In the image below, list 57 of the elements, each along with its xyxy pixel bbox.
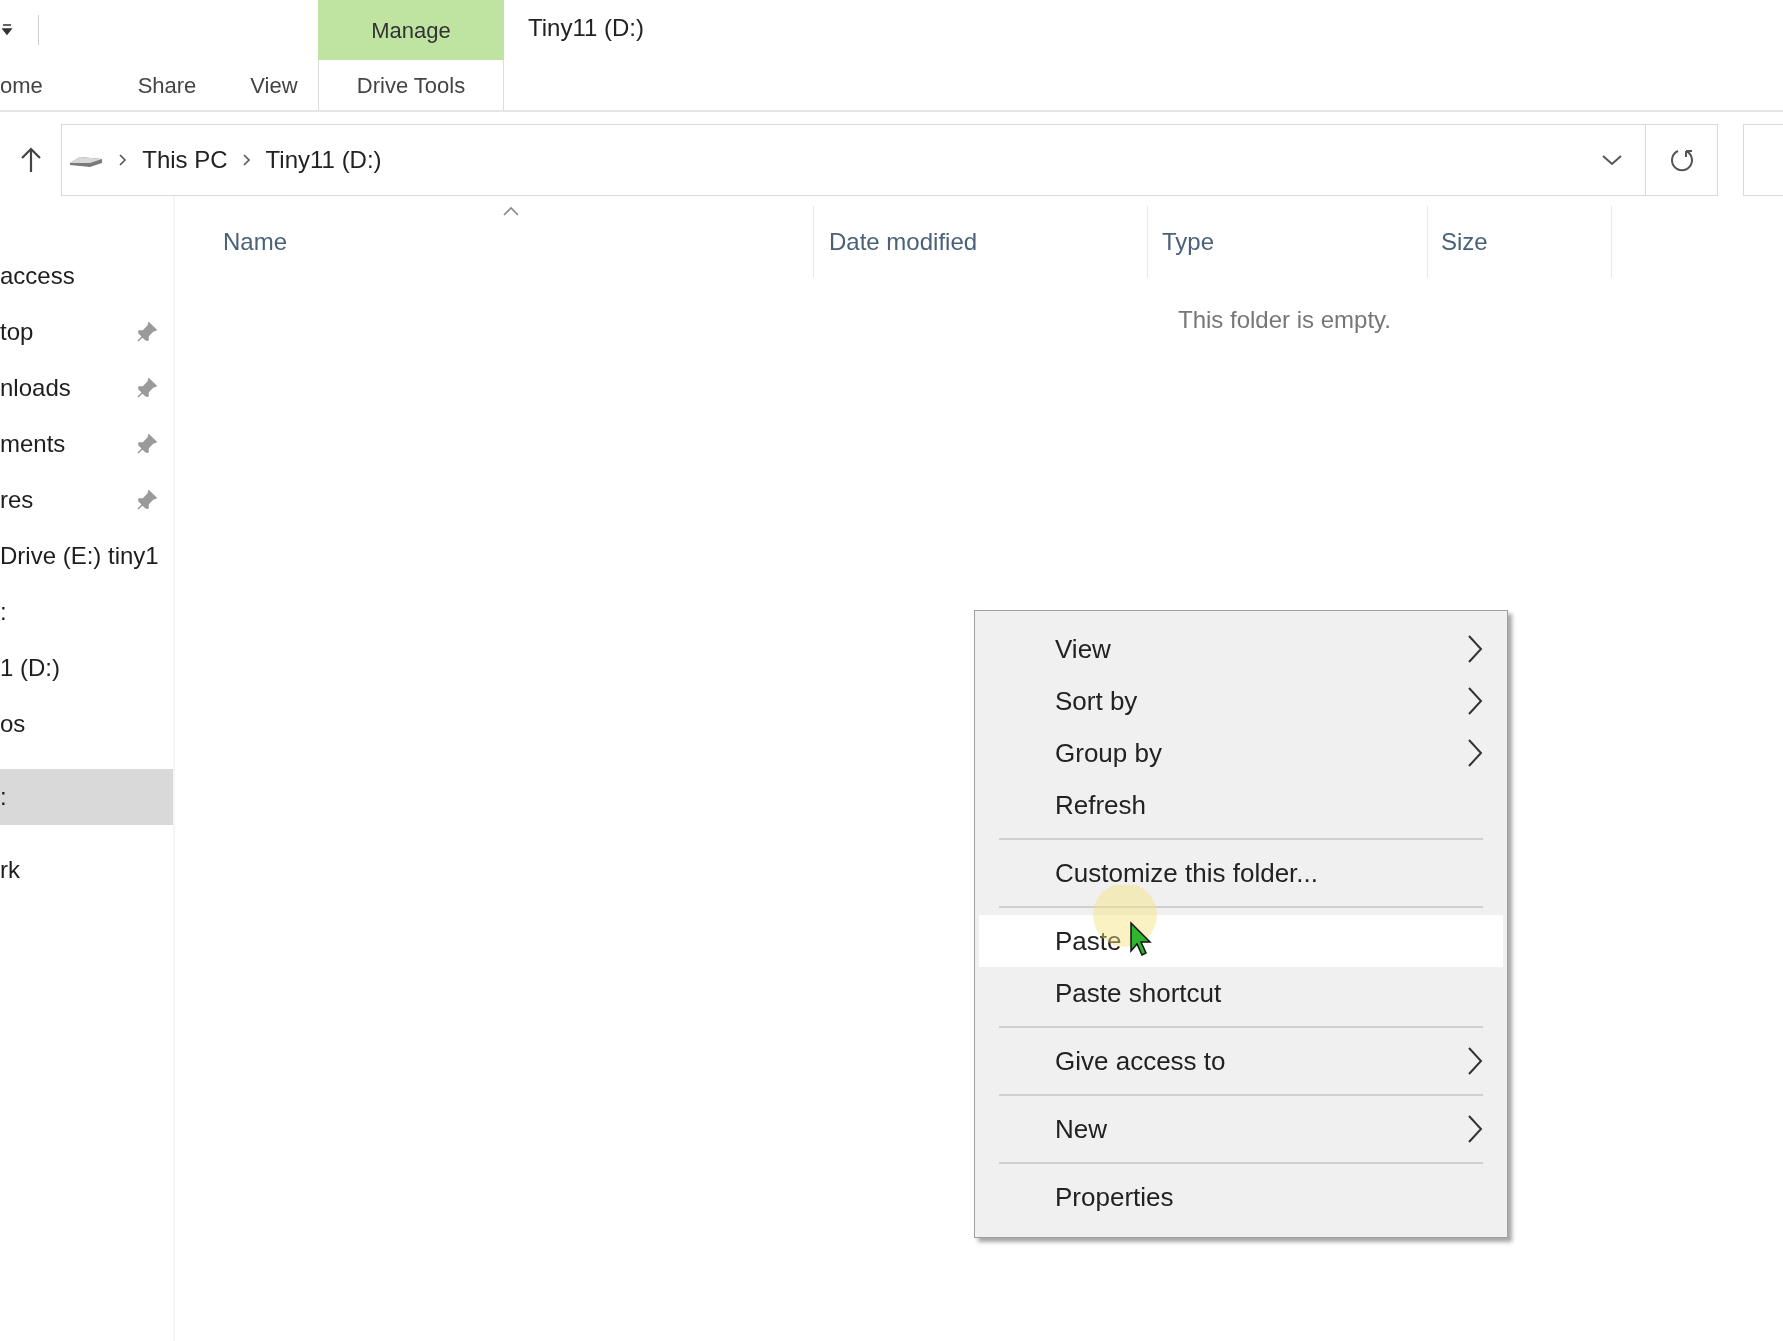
refresh-button[interactable] bbox=[1646, 124, 1719, 196]
ribbon-tab[interactable]: Drive Tools bbox=[318, 60, 504, 110]
nav-label: access bbox=[0, 261, 75, 291]
nav-item[interactable]: os bbox=[0, 696, 173, 752]
ribbon-tab[interactable]: View bbox=[230, 60, 318, 110]
menu-item[interactable]: Refresh bbox=[979, 779, 1503, 831]
menu-item[interactable]: Paste shortcut bbox=[979, 967, 1503, 1019]
nav-label: rk bbox=[0, 855, 20, 885]
nav-label: os bbox=[0, 709, 26, 739]
nav-label: : bbox=[0, 782, 7, 812]
nav-item[interactable]: : bbox=[0, 769, 173, 825]
menu-item[interactable]: New bbox=[979, 1103, 1503, 1155]
chevron-down-icon[interactable] bbox=[1601, 153, 1624, 167]
nav-label: ments bbox=[0, 429, 66, 459]
pin-icon bbox=[135, 320, 159, 344]
pin-icon bbox=[135, 488, 159, 512]
breadcrumb[interactable]: Tiny11 (D:) bbox=[265, 142, 382, 178]
sort-caret-icon bbox=[503, 206, 519, 216]
search-field[interactable] bbox=[1743, 124, 1783, 196]
menu-item[interactable]: Properties bbox=[979, 1171, 1503, 1223]
nav-item[interactable]: ments bbox=[0, 416, 173, 472]
column-header[interactable]: Size bbox=[1427, 206, 1612, 278]
nav-label: 1 (D:) bbox=[0, 653, 60, 683]
menu-item[interactable]: Customize this folder... bbox=[979, 847, 1503, 899]
nav-label: nloads bbox=[0, 373, 71, 403]
nav-item[interactable]: nloads bbox=[0, 360, 173, 416]
menu-item[interactable]: Group by bbox=[979, 727, 1503, 779]
nav-item[interactable]: rk bbox=[0, 842, 173, 898]
ribbon-tab[interactable]: ome bbox=[0, 60, 104, 110]
nav-item[interactable]: access bbox=[0, 248, 173, 304]
column-header[interactable]: Type bbox=[1147, 206, 1427, 278]
dropdown-icon[interactable] bbox=[2, 23, 14, 37]
nav-item[interactable]: : bbox=[0, 584, 173, 640]
up-arrow-icon[interactable] bbox=[19, 146, 42, 174]
nav-label: top bbox=[0, 317, 34, 347]
breadcrumb[interactable]: This PC bbox=[142, 142, 228, 178]
nav-item[interactable]: res bbox=[0, 472, 173, 528]
nav-item[interactable]: Drive (E:) tiny1 bbox=[0, 528, 173, 584]
manage-tab-group[interactable]: Manage bbox=[318, 0, 504, 60]
nav-label: res bbox=[0, 485, 34, 515]
menu-item[interactable]: View bbox=[979, 623, 1503, 675]
empty-folder-message: This folder is empty. bbox=[1178, 305, 1391, 335]
pin-icon bbox=[135, 376, 159, 400]
ribbon-tab[interactable]: Share bbox=[104, 60, 230, 110]
column-header[interactable]: Name bbox=[175, 206, 813, 278]
menu-item[interactable]: Give access to bbox=[979, 1035, 1503, 1087]
chevron-right-icon[interactable] bbox=[118, 153, 129, 167]
nav-item[interactable]: top bbox=[0, 304, 173, 360]
menu-item[interactable]: Sort by bbox=[979, 675, 1503, 727]
pin-icon bbox=[135, 432, 159, 456]
nav-item[interactable]: 1 (D:) bbox=[0, 640, 173, 696]
chevron-right-icon[interactable] bbox=[241, 153, 252, 167]
address-bar[interactable]: This PC Tiny11 (D:) bbox=[61, 124, 1647, 196]
nav-label: Drive (E:) tiny1 bbox=[0, 541, 159, 571]
nav-label: : bbox=[0, 597, 7, 627]
column-header[interactable]: Date modified bbox=[813, 206, 1147, 278]
window-title: Tiny11 (D:) bbox=[528, 13, 644, 43]
